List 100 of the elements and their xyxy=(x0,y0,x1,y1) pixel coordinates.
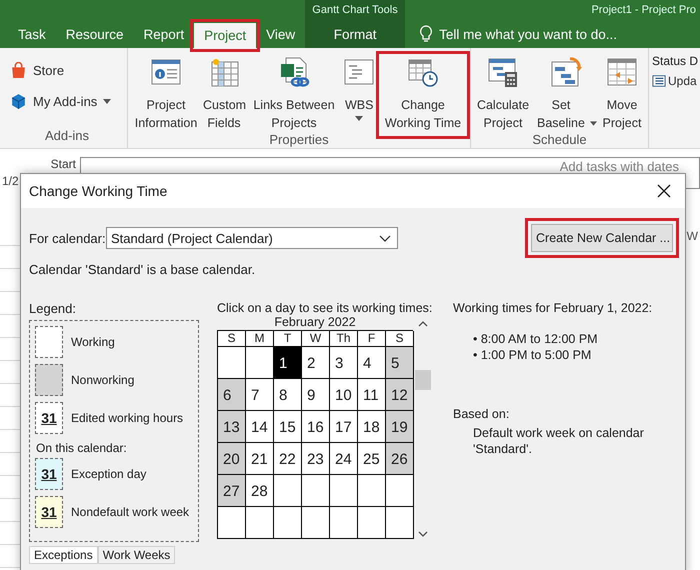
calendar-day[interactable]: 11 xyxy=(358,379,386,411)
calendar-day[interactable]: 27 xyxy=(218,475,246,507)
ribbon-tab[interactable]: View xyxy=(256,20,306,48)
chevron-down-icon xyxy=(379,234,391,242)
timeline-label: Start xyxy=(50,157,77,171)
group-label: Add-ins xyxy=(44,128,90,145)
calendar-day[interactable]: 13 xyxy=(218,411,246,443)
calendar-day[interactable]: 15 xyxy=(274,411,302,443)
legend-label: Nondefault work week xyxy=(71,505,190,519)
calendar-day[interactable]: 24 xyxy=(330,443,358,475)
calendar-prompt: Click on a day to see its working times: xyxy=(217,301,434,315)
calendar-day[interactable]: 3 xyxy=(330,347,358,379)
calendar-day[interactable]: 8 xyxy=(274,379,302,411)
working-time: • 8:00 AM to 12:00 PM xyxy=(473,331,599,347)
calendar-day[interactable]: 23 xyxy=(302,443,330,475)
update-button[interactable]: Upda xyxy=(652,74,700,88)
caret-icon xyxy=(355,116,363,121)
calendar-day[interactable] xyxy=(274,475,302,507)
tell-me-search[interactable]: Tell me what you want to do... xyxy=(439,26,617,42)
dialog-tab[interactable]: Work Weeks xyxy=(98,546,176,564)
lightbulb-icon xyxy=(419,25,434,43)
calendar-day[interactable]: 18 xyxy=(358,411,386,443)
group-label: Schedule xyxy=(531,132,588,148)
create-calendar-button[interactable]: Create New Calendar ... xyxy=(531,224,673,252)
ribbon-button[interactable]: My Add-ins xyxy=(10,91,124,112)
calendar-day[interactable] xyxy=(358,475,386,507)
dialog-tab[interactable]: Exceptions xyxy=(29,546,98,564)
ribbon-button[interactable]: Links Between Projects xyxy=(247,54,341,134)
date-label: 1/2 xyxy=(2,174,19,188)
ribbon-button[interactable]: Store xyxy=(10,60,124,81)
ribbon-button[interactable]: WBS xyxy=(342,54,376,123)
list-icon xyxy=(652,74,666,88)
ribbon-tab[interactable]: Project xyxy=(194,23,256,48)
scroll-down-icon[interactable] xyxy=(418,531,428,537)
weekday-header: W xyxy=(302,331,330,347)
cube-icon xyxy=(10,93,27,110)
weekday-header: T xyxy=(274,331,302,347)
weekday-header: Th xyxy=(330,331,358,347)
calendar-day[interactable]: 14 xyxy=(246,411,274,443)
calendar-day[interactable]: 16 xyxy=(302,411,330,443)
contextual-tab-title: Gantt Chart Tools xyxy=(305,0,405,20)
calendar-day[interactable] xyxy=(218,507,246,539)
window-title: Project1 - Project Pro xyxy=(591,3,696,18)
calendar-day[interactable]: 7 xyxy=(246,379,274,411)
ribbon-button[interactable]: Change Working Time xyxy=(379,54,467,136)
column-header: W xyxy=(686,229,698,243)
calendar-day[interactable] xyxy=(246,347,274,379)
ribbon-button[interactable]: Move Project xyxy=(599,54,645,134)
calendar-day[interactable] xyxy=(386,475,414,507)
baseline-icon xyxy=(550,56,582,88)
caret-icon xyxy=(103,99,112,104)
calendar-day[interactable] xyxy=(358,507,386,539)
calendar-day[interactable]: 17 xyxy=(330,411,358,443)
calculator-icon xyxy=(487,56,519,88)
ribbon-button[interactable]: Custom Fields xyxy=(202,54,246,134)
calendar-day[interactable] xyxy=(274,507,302,539)
scroll-up-icon[interactable] xyxy=(418,321,428,327)
calendar-day[interactable]: 22 xyxy=(274,443,302,475)
calendar-dropdown[interactable]: Standard (Project Calendar) xyxy=(106,227,398,249)
calendar-day[interactable]: 25 xyxy=(358,443,386,475)
calendar-day[interactable]: 4 xyxy=(358,347,386,379)
calendar-day[interactable]: 21 xyxy=(246,443,274,475)
ribbon-tab[interactable]: Format xyxy=(305,20,406,48)
calendar-day[interactable]: 12 xyxy=(386,379,414,411)
legend-label: Edited working hours xyxy=(71,411,184,425)
calendar-day[interactable]: 5 xyxy=(386,347,414,379)
scroll-thumb[interactable] xyxy=(415,370,431,390)
weekday-header: S xyxy=(386,331,414,347)
ribbon-tab[interactable]: Task xyxy=(8,20,56,48)
calendar-day[interactable]: 9 xyxy=(302,379,330,411)
timeline-hint: Add tasks with dates xyxy=(560,158,680,176)
based-on-label: Based on: xyxy=(453,407,510,421)
calendar-day[interactable]: 2 xyxy=(302,347,330,379)
calendar-day[interactable] xyxy=(302,507,330,539)
calendar-day[interactable] xyxy=(246,507,274,539)
group-label: Properties xyxy=(268,132,330,148)
calendar-day[interactable] xyxy=(330,475,358,507)
calendar-day[interactable]: 26 xyxy=(386,443,414,475)
calendar-day[interactable] xyxy=(302,475,330,507)
weekday-header: F xyxy=(358,331,386,347)
calendar-day[interactable] xyxy=(330,507,358,539)
legend-label: Working xyxy=(71,335,115,349)
ribbon-tab[interactable]: Resource xyxy=(56,20,134,48)
ribbon-button[interactable]: Set Baseline xyxy=(533,54,598,134)
calendar-day[interactable]: 10 xyxy=(330,379,358,411)
calendar-day[interactable]: 6 xyxy=(218,379,246,411)
calendar-day[interactable] xyxy=(218,347,246,379)
close-icon[interactable] xyxy=(657,184,671,198)
ribbon-tab[interactable]: Report xyxy=(134,20,194,48)
legend-label: Nonworking xyxy=(71,373,134,387)
weekday-header: M xyxy=(246,331,274,347)
calendar-day[interactable]: 1 xyxy=(274,347,302,379)
calendar-day[interactable]: 28 xyxy=(246,475,274,507)
calendar-day[interactable]: 20 xyxy=(218,443,246,475)
calendar-day[interactable]: 19 xyxy=(386,411,414,443)
ribbon-button[interactable]: Calculate Project xyxy=(474,54,532,134)
working-time: • 1:00 PM to 5:00 PM xyxy=(473,347,592,363)
legend-label: Exception day xyxy=(71,467,146,481)
calendar-day[interactable] xyxy=(386,507,414,539)
ribbon-button[interactable]: Project Information xyxy=(131,54,201,134)
